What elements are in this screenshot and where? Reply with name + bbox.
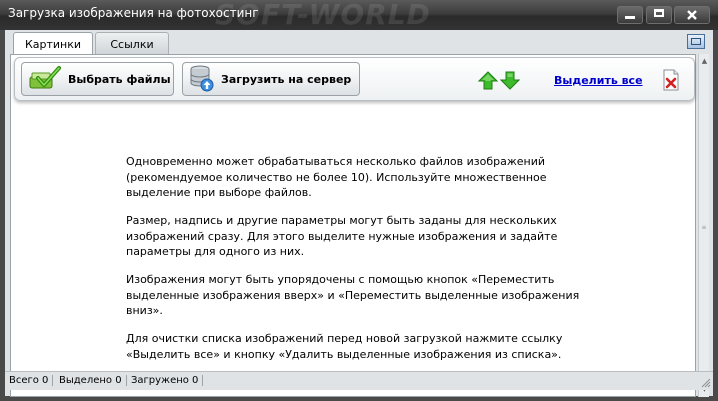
maximize-icon (654, 9, 664, 17)
select-files-label: Выбрать файлы (68, 72, 171, 86)
window-restore-icon[interactable] (687, 34, 705, 49)
scroll-up-arrow-icon[interactable]: ▲ (700, 57, 709, 66)
move-down-button[interactable] (499, 71, 521, 94)
help-paragraph: Для очистки списка изображений перед нов… (126, 332, 563, 361)
title-bar: SOFT-WORLD Загрузка изображения на фотох… (0, 0, 718, 30)
help-paragraph: Размер, надпись и другие параметры могут… (126, 214, 558, 258)
database-upload-icon (189, 64, 215, 95)
window-border-right (713, 30, 718, 401)
tab-pictures[interactable]: Картинки (13, 32, 93, 55)
client-area: Картинки Ссылки Выбрать файлы Загрузить … (5, 30, 713, 397)
select-files-button[interactable]: Выбрать файлы (21, 62, 174, 96)
help-paragraph: Изображения могут быть упорядочены с пом… (126, 273, 580, 317)
tab-content-panel: Выбрать файлы Загрузить на сервер Выдели… (10, 54, 696, 397)
status-bar: Всего 0 Выделено 0 Загружено 0 (5, 371, 713, 390)
status-uploaded: Загружено 0 (131, 375, 204, 386)
delete-document-icon (663, 69, 679, 91)
toolbar: Выбрать файлы Загрузить на сервер Выдели… (14, 57, 695, 101)
upload-to-server-button[interactable]: Загрузить на сервер (182, 62, 360, 96)
minimize-button[interactable] (617, 6, 643, 24)
minimize-icon (625, 16, 635, 19)
help-text: Одновременно может обрабатываться нескол… (126, 154, 606, 375)
move-up-button[interactable] (477, 71, 499, 94)
delete-selected-button[interactable] (662, 69, 680, 95)
green-check-icon (28, 65, 62, 94)
green-arrow-up-icon (477, 71, 499, 90)
status-total: Всего 0 (9, 375, 54, 386)
resize-grip-icon[interactable] (701, 378, 711, 388)
vertical-scrollbar[interactable]: ▲ ≡ ▼ (698, 54, 709, 397)
status-selected: Выделено 0 (59, 375, 127, 386)
maximize-button[interactable] (646, 6, 672, 24)
upload-label: Загрузить на сервер (221, 72, 352, 86)
close-button[interactable] (674, 6, 710, 24)
scroll-thumb-grip-icon[interactable]: ≡ (701, 224, 707, 232)
help-paragraph: Одновременно может обрабатываться нескол… (126, 155, 547, 199)
close-icon (687, 10, 697, 20)
tab-links[interactable]: Ссылки (95, 32, 169, 54)
green-arrow-down-icon (499, 71, 521, 90)
window-title: Загрузка изображения на фотохостинг (8, 6, 259, 20)
select-all-link[interactable]: Выделить все (554, 74, 643, 87)
